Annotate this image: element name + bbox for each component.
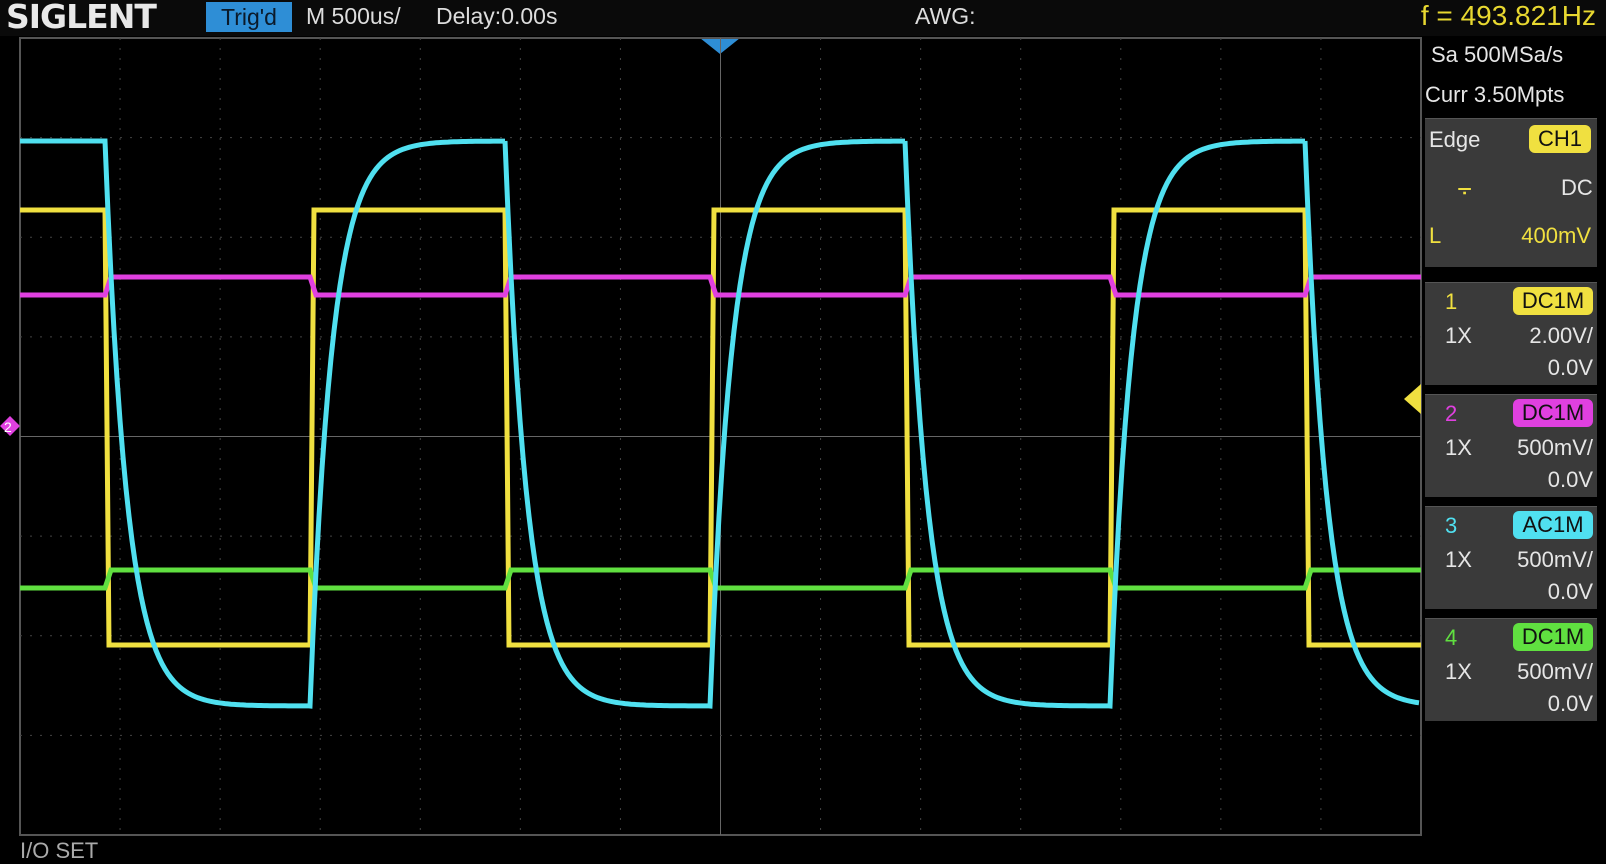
- ch2-offset-marker-label: 2: [4, 419, 12, 435]
- channel-2-probe: 1X: [1445, 435, 1472, 460]
- channel-4-probe: 1X: [1445, 659, 1472, 684]
- memory-depth-readout: Curr 3.50Mpts: [1425, 82, 1565, 107]
- channel-3-scale: 500mV/: [1517, 547, 1593, 572]
- channel-1-probe: 1X: [1445, 323, 1472, 348]
- channel-3-panel[interactable]: 3 AC1M 1X 500mV/ 0.0V: [1425, 506, 1597, 609]
- channel-3-coupling-badge[interactable]: AC1M: [1513, 511, 1593, 539]
- trigger-source-badge[interactable]: CH1: [1529, 125, 1591, 153]
- channel-3-number: 3: [1445, 513, 1458, 538]
- channel-1-coupling-badge[interactable]: DC1M: [1513, 287, 1593, 315]
- trigger-level-marker-icon[interactable]: [1404, 384, 1421, 414]
- channel-2-number: 2: [1445, 401, 1458, 426]
- channel-4-offset: 0.0V: [1547, 691, 1593, 716]
- channel-4-scale: 500mV/: [1517, 659, 1593, 684]
- channel-4-number: 4: [1445, 625, 1458, 650]
- channel-2-panel[interactable]: 2 DC1M 1X 500mV/ 0.0V: [1425, 394, 1597, 497]
- channel-3-offset: 0.0V: [1547, 579, 1593, 604]
- channel-2-coupling-badge[interactable]: DC1M: [1513, 399, 1593, 427]
- channel-1-scale: 2.00V/: [1529, 323, 1593, 348]
- channel-1-number: 1: [1445, 289, 1458, 314]
- trigger-level-value: 400mV: [1521, 223, 1591, 248]
- bottom-softkey-label[interactable]: I/O SET: [20, 838, 98, 864]
- channel-2-scale: 500mV/: [1517, 435, 1593, 460]
- channel-4-coupling-badge[interactable]: DC1M: [1513, 623, 1593, 651]
- channel-3-probe: 1X: [1445, 547, 1472, 572]
- trigger-settings-panel[interactable]: Edge CH1 ⨪ DC L 400mV: [1425, 118, 1597, 267]
- channel-4-panel[interactable]: 4 DC1M 1X 500mV/ 0.0V: [1425, 618, 1597, 721]
- waveform-ch3: [20, 138, 1420, 709]
- channel-2-offset: 0.0V: [1547, 467, 1593, 492]
- graticule-gridlines: [20, 38, 1421, 835]
- rising-edge-icon: ⨪: [1457, 171, 1473, 201]
- trigger-level-label: L: [1429, 223, 1442, 248]
- channel-1-offset: 0.0V: [1547, 355, 1593, 380]
- channel-1-panel[interactable]: 1 DC1M 1X 2.00V/ 0.0V: [1425, 282, 1597, 385]
- sample-rate-readout: Sa 500MSa/s: [1431, 42, 1564, 67]
- trigger-type: Edge: [1429, 127, 1481, 152]
- waveform-display[interactable]: 2: [0, 0, 1606, 848]
- trigger-coupling: DC: [1561, 175, 1593, 200]
